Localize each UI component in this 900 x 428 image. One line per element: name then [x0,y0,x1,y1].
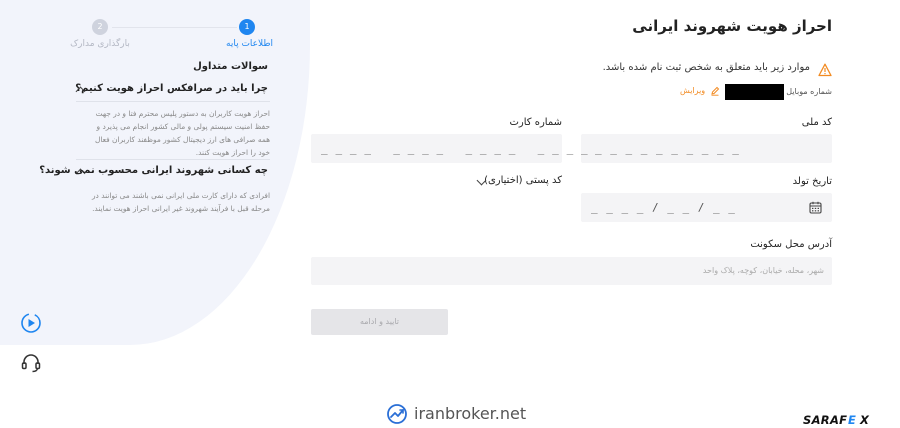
postal-code-label: کد پستی (اختیاری) [484,175,562,186]
edit-label: ویرایش [680,86,706,95]
national-code-label: کد ملی [801,117,832,128]
edit-pencil-icon [711,86,720,96]
postal-code-toggle[interactable]: کد پستی (اختیاری) [476,174,566,190]
faq-item-1-header[interactable]: چرا باید در صرافکس احراز هویت کنیم؟ [75,82,268,98]
faq-answer: افرادی که دارای کارت ملی ایرانی نمی باشن… [91,191,270,213]
edit-mobile-link[interactable]: ویرایش [678,84,720,99]
address-label: آدرس محل سکونت [750,239,832,250]
play-video-icon [21,313,41,333]
address-placeholder: شهر، محله، خیابان، کوچه، پلاک واحد [702,266,824,275]
step-1-circle: 1 [239,19,255,35]
faq-question: چه کسانی شهروند ایرانی محسوب نمی شوند؟ [39,165,268,176]
birth-date-mask: _ _ _ _ / _ _ / _ _ [591,201,736,214]
card-number-mask: _ _ _ _ _ _ _ _ _ _ _ _ _ _ _ _ [321,142,589,155]
video-tutorial-button[interactable] [20,312,42,334]
faq-divider [76,159,270,160]
faq-title: سوالات متداول [193,61,268,72]
step-2-circle: 2 [92,19,108,35]
birth-date-label: تاریخ تولد [792,176,832,187]
calendar-icon[interactable] [809,201,822,214]
faq-answer: احراز هویت کاربران به دستور پلیس محترم ف… [94,109,270,157]
warning-message: موارد زیر باید متعلق به شخص ثبت نام شده … [602,62,810,73]
faq-item-2-header[interactable]: چه کسانی شهروند ایرانی محسوب نمی شوند؟ [39,164,268,180]
mobile-number-redacted [725,84,784,100]
page-title: احراز هویت شهروند ایرانی [632,17,832,35]
step-1-label: اطلاعات پایه [226,39,274,49]
support-chat-button[interactable] [20,352,42,374]
card-number-label: شماره کارت [509,117,562,128]
svg-text:SARAF: SARAF [803,413,847,427]
faq-question: چرا باید در صرافکس احراز هویت کنیم؟ [75,83,268,94]
step-2-label: بارگذاری مدارک [70,39,130,49]
national-code-input[interactable]: _ _ _ _ _ _ _ _ _ _ [581,134,832,163]
sarafex-logo: SARAF E X [803,412,875,428]
birth-date-input[interactable]: _ _ _ _ / _ _ / _ _ [581,193,832,222]
faq-divider [76,101,270,102]
svg-text:E: E [848,413,856,427]
chart-logo-icon [386,403,408,425]
national-code-mask: _ _ _ _ _ _ _ _ _ _ [595,142,740,155]
address-input[interactable]: شهر، محله، خیابان، کوچه، پلاک واحد [311,257,832,285]
mobile-label: شماره موبایل [786,87,832,96]
stepper-connector [112,27,237,28]
headset-icon [21,354,41,373]
svg-text:X: X [859,413,870,427]
warning-icon [818,62,832,77]
submit-button[interactable]: تایید و ادامه [311,309,448,335]
watermark-text: iranbroker.net [414,404,527,423]
card-number-input[interactable]: _ _ _ _ _ _ _ _ _ _ _ _ _ _ _ _ [311,134,588,163]
